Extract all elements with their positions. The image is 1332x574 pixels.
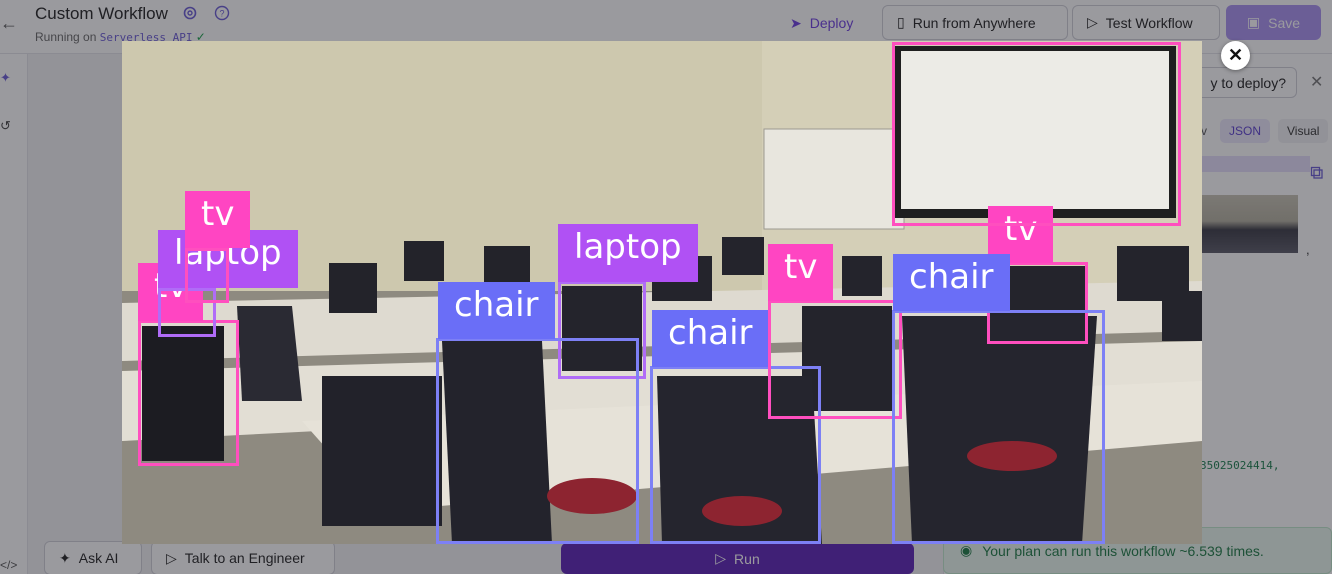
detection-label: chair bbox=[893, 254, 1010, 311]
image-preview-modal: tv laptop tv laptop chair chair tv tv ch… bbox=[122, 41, 1202, 544]
detection-box bbox=[138, 320, 239, 466]
close-icon[interactable]: ✕ bbox=[1221, 41, 1250, 70]
detection-box bbox=[185, 248, 229, 303]
detection-label: tv bbox=[768, 244, 834, 301]
detection-box bbox=[892, 42, 1181, 226]
detection-box bbox=[436, 338, 639, 544]
detection-label: chair bbox=[652, 310, 769, 367]
detection-box bbox=[768, 300, 902, 419]
detection-label: laptop bbox=[558, 224, 698, 282]
detection-label: tv bbox=[185, 191, 251, 248]
detection-label: chair bbox=[438, 282, 555, 339]
detection-box bbox=[892, 310, 1105, 544]
